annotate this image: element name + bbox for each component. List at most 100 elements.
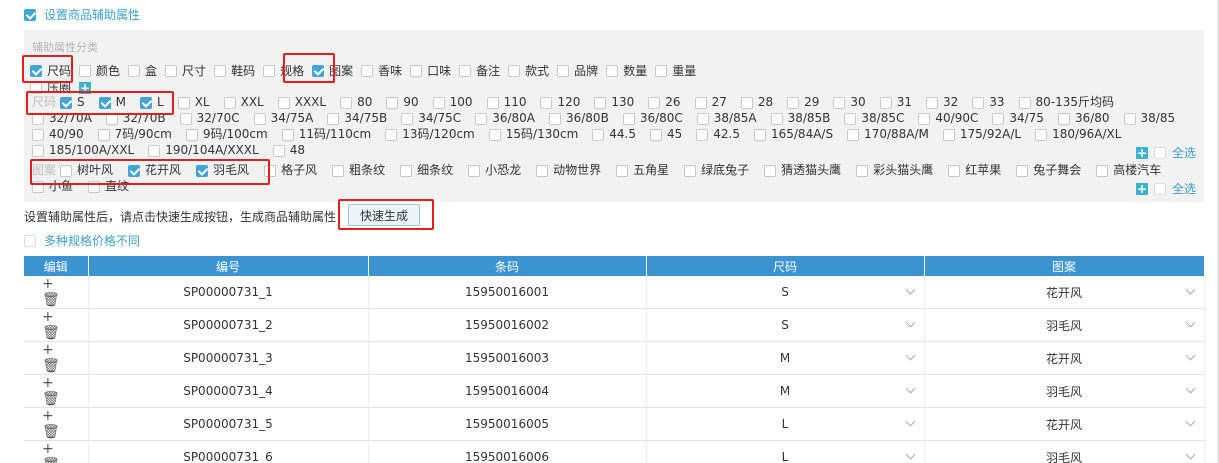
size-option[interactable]: 33 [972,95,1005,110]
pattern-option[interactable]: 小鱼 [32,179,73,194]
size-option[interactable]: 28 [740,95,773,110]
size-option[interactable]: 110 [486,95,526,110]
size-option[interactable]: S [60,95,85,110]
size-checkbox[interactable] [787,96,800,109]
size-option[interactable]: 45 [649,127,682,142]
chevron-down-icon[interactable] [1185,317,1195,328]
pattern-option[interactable]: 小恐龙 [468,163,521,178]
size-option[interactable]: 11码/110cm [281,127,371,142]
size-checkbox[interactable] [432,96,445,109]
size-option[interactable]: 170/88A/M [847,127,929,142]
size-option[interactable]: 32/70B [105,111,166,126]
size-option[interactable]: 42.5 [696,127,740,142]
add-row-icon[interactable]: + [42,441,54,457]
pattern-checkbox[interactable] [1096,164,1109,177]
size-checkbox[interactable] [32,112,44,125]
size-checkbox[interactable] [1123,112,1136,125]
size-option[interactable]: 120 [540,95,580,110]
chevron-down-icon[interactable] [905,449,915,460]
pattern-select[interactable]: 羽毛风 [924,374,1205,408]
set-aux-attributes-toggle[interactable]: 设置商品辅助属性 [24,6,140,23]
pattern-option[interactable]: 直纹 [88,179,129,194]
attribute-option[interactable]: 口味 [410,62,451,79]
size-checkbox[interactable] [753,128,766,141]
chevron-down-icon[interactable] [905,416,915,427]
size-checkbox[interactable] [844,112,857,125]
size-checkbox[interactable] [179,112,192,125]
attribute-option[interactable]: 备注 [459,62,500,79]
attribute-checkbox[interactable] [128,64,141,77]
size-option[interactable]: 13码/120cm [385,127,475,142]
attribute-option[interactable]: 香味 [361,62,402,79]
attribute-checkbox[interactable] [30,64,42,77]
size-option[interactable]: 90 [386,95,419,110]
size-checkbox[interactable] [992,112,1005,125]
size-checkbox[interactable] [696,128,709,141]
size-checkbox[interactable] [540,96,553,109]
size-checkbox[interactable] [60,96,73,109]
size-checkbox[interactable] [548,112,561,125]
pattern-checkbox[interactable] [684,164,697,177]
size-option[interactable]: 26 [648,95,681,110]
size-select[interactable]: S [646,276,925,309]
size-checkbox[interactable] [32,144,44,157]
pattern-checkbox[interactable] [400,164,413,177]
pattern-checkbox[interactable] [948,164,961,177]
size-checkbox[interactable] [770,112,783,125]
add-row-icon[interactable]: + [42,408,54,424]
size-checkbox[interactable] [696,112,709,125]
attribute-option[interactable]: 鞋码 [214,62,255,79]
chevron-down-icon[interactable] [1185,449,1195,460]
size-checkbox[interactable] [401,112,414,125]
pattern-option[interactable]: 高楼汽车 [1096,163,1161,178]
pattern-option[interactable]: 五角星 [616,163,669,178]
size-checkbox[interactable] [340,96,353,109]
chevron-down-icon[interactable] [905,317,915,328]
pattern-checkbox[interactable] [32,180,44,193]
add-row-icon[interactable]: + [42,276,54,292]
size-checkbox[interactable] [32,128,44,141]
size-option[interactable]: 36/80B [548,111,609,126]
add-pattern-icon[interactable]: + [1136,182,1148,195]
pattern-option[interactable]: 彩头猫头鹰 [856,163,933,178]
size-checkbox[interactable] [594,96,607,109]
size-checkbox[interactable] [486,96,499,109]
size-option[interactable]: 31 [879,95,912,110]
attribute-checkbox[interactable] [165,64,178,77]
size-option[interactable]: XL [177,95,210,110]
pattern-option[interactable]: 格子风 [264,163,317,178]
attribute-checkbox[interactable] [508,64,521,77]
attribute-option[interactable]: 数量 [606,62,647,79]
pattern-select-all[interactable]: + 全选 [1136,180,1196,197]
size-option[interactable]: 100 [432,95,473,110]
size-option[interactable]: 130 [594,95,634,110]
size-checkbox[interactable] [488,128,501,141]
size-checkbox[interactable] [385,128,398,141]
pattern-option[interactable]: 绿底兔子 [684,163,749,178]
pattern-checkbox[interactable] [88,180,101,193]
size-option[interactable]: 190/104A/XXXL [148,143,259,158]
size-checkbox[interactable] [592,128,605,141]
attribute-checkbox[interactable] [361,64,374,77]
pattern-option[interactable]: 猜透猫头鹰 [764,163,841,178]
pattern-checkbox[interactable] [856,164,869,177]
attribute-checkbox[interactable] [410,64,423,77]
size-checkbox[interactable] [140,96,152,109]
size-option[interactable]: 40/90 [32,127,84,142]
pattern-checkbox[interactable] [196,164,209,177]
add-row-icon[interactable]: + [42,375,54,391]
chevron-down-icon[interactable] [905,284,915,295]
size-checkbox[interactable] [879,96,892,109]
attribute-checkbox[interactable] [312,64,325,77]
size-option[interactable]: 38/85 [1123,111,1175,126]
add-size-icon[interactable]: + [1136,146,1148,159]
size-select[interactable]: S [646,308,925,342]
pattern-checkbox[interactable] [536,164,549,177]
size-checkbox[interactable] [649,128,662,141]
chevron-down-icon[interactable] [1185,383,1195,394]
size-option[interactable]: 38/85C [844,111,904,126]
trash-icon[interactable]: 🗑 [42,424,60,440]
size-checkbox[interactable] [740,96,753,109]
pattern-checkbox[interactable] [128,164,141,177]
add-row-icon[interactable]: + [42,309,54,325]
